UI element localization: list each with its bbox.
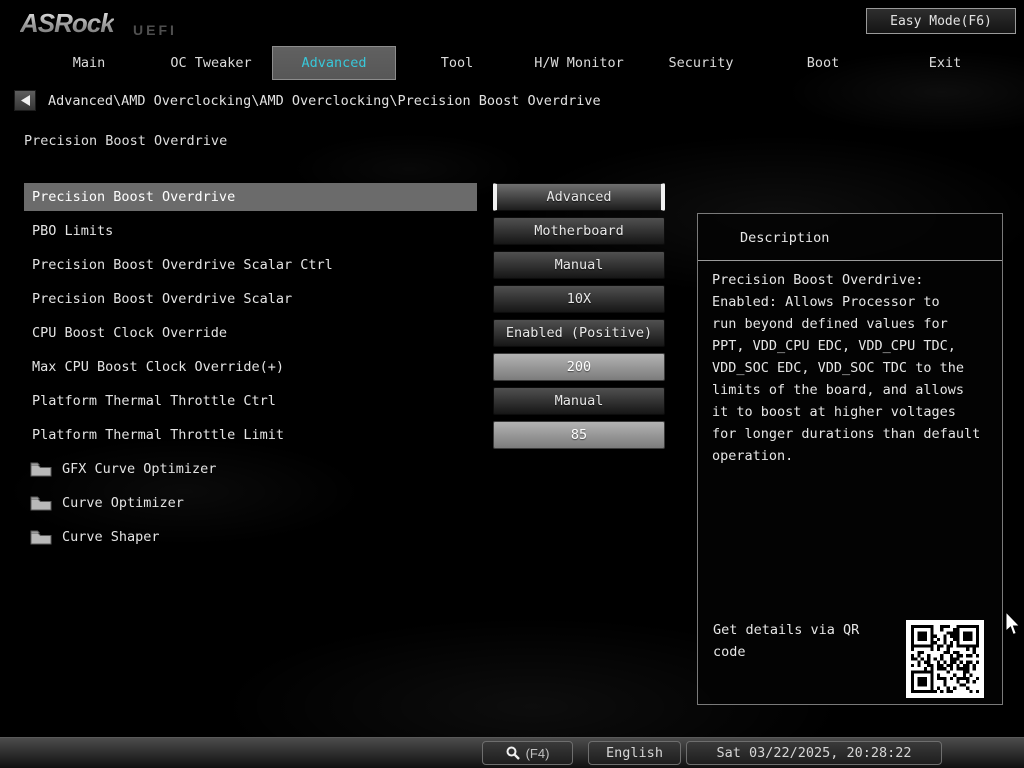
- setting-row: PBO Limits Motherboard: [0, 217, 690, 245]
- search-hotkey-label: (F4): [525, 745, 550, 761]
- tab-exit[interactable]: Exit: [884, 46, 1006, 80]
- setting-label-pbo-scalar-ctrl[interactable]: Precision Boost Overdrive Scalar Ctrl: [24, 251, 477, 279]
- tab-hw-monitor[interactable]: H/W Monitor: [518, 46, 640, 80]
- setting-row: Precision Boost Overdrive Scalar 10X: [0, 285, 690, 313]
- setting-row: Platform Thermal Throttle Ctrl Manual: [0, 387, 690, 415]
- tab-oc-tweaker[interactable]: OC Tweaker: [150, 46, 272, 80]
- folder-icon: [30, 462, 52, 476]
- asrock-logo: ASRock: [20, 8, 115, 38]
- nav-tab-bar: Main OC Tweaker Advanced Tool H/W Monito…: [28, 46, 1006, 80]
- tab-advanced[interactable]: Advanced: [272, 46, 396, 80]
- bios-screen: { "header": { "logo_text": "ASRock", "lo…: [0, 0, 1024, 768]
- setting-label-precision-boost-overdrive[interactable]: Precision Boost Overdrive: [24, 183, 477, 211]
- page-title: Precision Boost Overdrive: [24, 133, 228, 149]
- setting-value-cpu-boost-clock-override[interactable]: Enabled (Positive): [493, 319, 665, 347]
- setting-label-platform-thermal-throttle-limit[interactable]: Platform Thermal Throttle Limit: [24, 421, 477, 449]
- setting-label-cpu-boost-clock-override[interactable]: CPU Boost Clock Override: [24, 319, 477, 347]
- search-icon: [506, 746, 520, 760]
- submenu-curve-shaper[interactable]: Curve Shaper: [30, 523, 160, 551]
- description-title: Description: [740, 230, 830, 246]
- tab-tool[interactable]: Tool: [396, 46, 518, 80]
- setting-row: Precision Boost Overdrive Scalar Ctrl Ma…: [0, 251, 690, 279]
- description-panel: Description Precision Boost Overdrive: E…: [697, 213, 1003, 705]
- uefi-logo-text: UEFI: [133, 22, 177, 38]
- search-button[interactable]: (F4): [482, 741, 573, 765]
- setting-row: CPU Boost Clock Override Enabled (Positi…: [0, 319, 690, 347]
- submenu-label: Curve Optimizer: [62, 495, 184, 511]
- submenu-label: Curve Shaper: [62, 529, 160, 545]
- setting-value-pbo-limits[interactable]: Motherboard: [493, 217, 665, 245]
- mouse-cursor: [1005, 612, 1021, 636]
- easy-mode-button[interactable]: Easy Mode(F6): [866, 8, 1016, 34]
- setting-label-max-cpu-boost-clock-override[interactable]: Max CPU Boost Clock Override(+): [24, 353, 477, 381]
- setting-row: Precision Boost Overdrive Advanced: [0, 183, 690, 211]
- tab-boot[interactable]: Boot: [762, 46, 884, 80]
- setting-value-max-cpu-boost-clock-override[interactable]: 200: [493, 353, 665, 381]
- description-text: Precision Boost Overdrive: Enabled: Allo…: [712, 272, 981, 464]
- datetime-display: Sat 03/22/2025, 20:28:22: [686, 741, 942, 765]
- setting-label-pbo-scalar[interactable]: Precision Boost Overdrive Scalar: [24, 285, 477, 313]
- setting-value-platform-thermal-throttle-limit[interactable]: 85: [493, 421, 665, 449]
- submenu-label: GFX Curve Optimizer: [62, 461, 217, 477]
- setting-label-platform-thermal-throttle-ctrl[interactable]: Platform Thermal Throttle Ctrl: [24, 387, 477, 415]
- setting-row: Max CPU Boost Clock Override(+) 200: [0, 353, 690, 381]
- breadcrumb: Advanced\AMD Overclocking\AMD Overclocki…: [48, 93, 601, 109]
- setting-value-platform-thermal-throttle-ctrl[interactable]: Manual: [493, 387, 665, 415]
- qr-code-label: Get details via QR code: [713, 622, 860, 660]
- setting-row: Platform Thermal Throttle Limit 85: [0, 421, 690, 449]
- submenu-curve-optimizer[interactable]: Curve Optimizer: [30, 489, 184, 517]
- folder-icon: [30, 496, 52, 510]
- back-button[interactable]: [14, 90, 36, 111]
- back-arrow-icon: [20, 95, 30, 106]
- tab-security[interactable]: Security: [640, 46, 762, 80]
- submenu-gfx-curve-optimizer[interactable]: GFX Curve Optimizer: [30, 455, 216, 483]
- setting-value-pbo-scalar-ctrl[interactable]: Manual: [493, 251, 665, 279]
- setting-value-pbo-scalar[interactable]: 10X: [493, 285, 665, 313]
- qr-code: [906, 620, 984, 698]
- folder-icon: [30, 530, 52, 544]
- language-button[interactable]: English: [588, 741, 681, 765]
- footer-bar: (F4) English Sat 03/22/2025, 20:28:22: [0, 737, 1024, 768]
- setting-label-pbo-limits[interactable]: PBO Limits: [24, 217, 477, 245]
- setting-value-precision-boost-overdrive[interactable]: Advanced: [493, 183, 665, 211]
- tab-main[interactable]: Main: [28, 46, 150, 80]
